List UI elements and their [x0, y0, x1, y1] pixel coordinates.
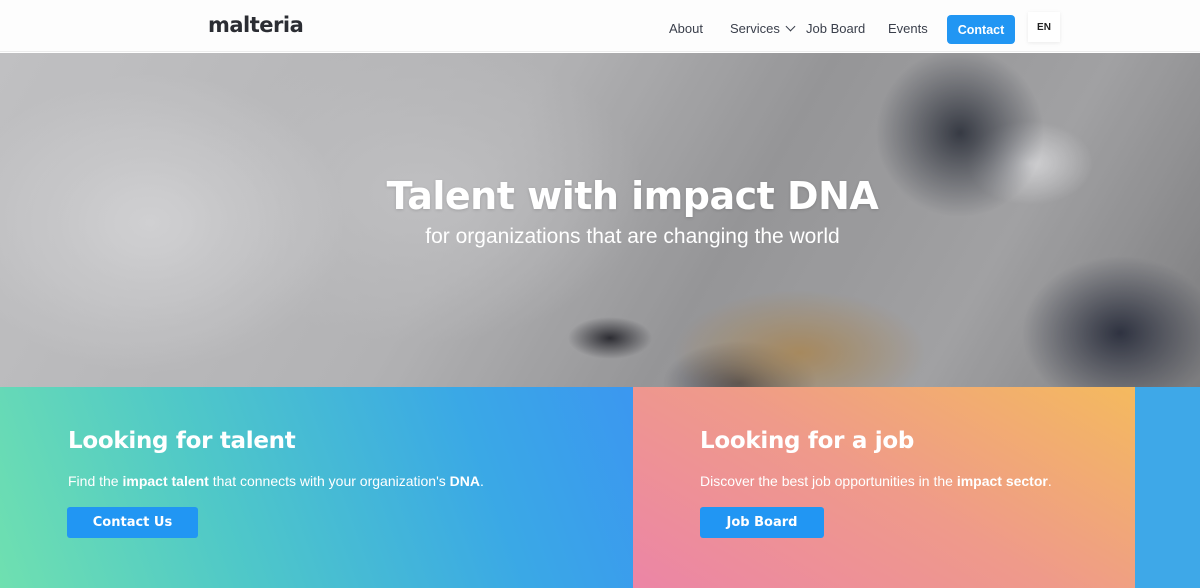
- hero-subtitle: for organizations that are changing the …: [425, 225, 840, 248]
- talent-text-bold-2: DNA: [449, 473, 480, 489]
- main-nav: About Services Job Board Events Contact …: [0, 0, 1200, 52]
- side-panel-edge: [1135, 387, 1200, 588]
- talent-description: Find the impact talent that connects wit…: [68, 473, 484, 489]
- talent-text-1: Find the: [68, 473, 123, 489]
- nav-services-label: Services: [730, 21, 780, 36]
- language-selector[interactable]: EN: [1028, 12, 1060, 42]
- contact-us-button[interactable]: Contact Us: [67, 507, 198, 538]
- job-text-2: .: [1047, 473, 1052, 489]
- site-header: malteria About Services Job Board Events…: [0, 0, 1200, 52]
- job-board-button[interactable]: Job Board: [700, 507, 824, 538]
- nav-services[interactable]: Services: [730, 21, 796, 36]
- talent-text-bold-1: impact talent: [122, 473, 209, 489]
- job-text-1: Discover the best job opportunities in t…: [700, 473, 957, 489]
- hero-background-image: [0, 53, 1200, 387]
- hero-title: Talent with impact DNA: [386, 174, 879, 218]
- nav-about[interactable]: About: [669, 21, 703, 36]
- job-heading: Looking for a job: [700, 428, 915, 454]
- hero-section: Talent with impact DNA for organizations…: [0, 53, 1200, 387]
- job-description: Discover the best job opportunities in t…: [700, 473, 1052, 489]
- chevron-down-icon: [785, 21, 796, 32]
- talent-heading: Looking for talent: [68, 428, 296, 454]
- nav-job-board[interactable]: Job Board: [806, 21, 865, 36]
- talent-text-2: that connects with your organization's: [208, 473, 450, 489]
- job-text-bold-1: impact sector: [956, 473, 1048, 489]
- talent-panel: Looking for talent Find the impact talen…: [0, 387, 633, 588]
- nav-events[interactable]: Events: [888, 21, 928, 36]
- talent-text-3: .: [480, 473, 484, 489]
- contact-button[interactable]: Contact: [947, 15, 1015, 44]
- job-panel: Looking for a job Discover the best job …: [633, 387, 1135, 588]
